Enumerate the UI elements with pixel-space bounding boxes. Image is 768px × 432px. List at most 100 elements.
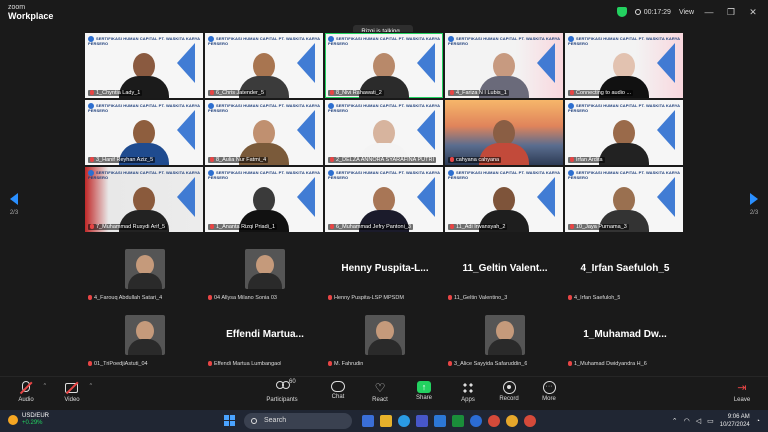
tile-name: 2_DELZA ANNORA SYARAFINA PUTRI [328, 157, 437, 163]
participants-button[interactable]: 60 Participants [260, 379, 304, 403]
zoom-taskbar-icon[interactable] [470, 415, 482, 427]
video-tile[interactable]: SERTIFIKASI HUMAN CAPITAL PT. WASKITA KA… [324, 166, 444, 233]
tile-name: Irfan Ardita [568, 157, 605, 163]
video-tile[interactable]: SERTIFIKASI HUMAN CAPITAL PT. WASKITA KA… [204, 166, 324, 233]
edge-browser-icon[interactable] [398, 415, 410, 427]
mic-muted-icon [330, 157, 334, 162]
tile-name-text: Connecting to audio ... [576, 90, 632, 96]
market-widget[interactable]: USD/EUR +0.29% [8, 413, 49, 427]
apps-button[interactable]: Apps [446, 381, 490, 403]
participant-name-text: M. Fahrudin [334, 361, 364, 367]
participant-tile[interactable]: M. Fahrudin [324, 306, 444, 372]
participant-tile[interactable]: 11_Geltin Valent... 11_Geltin Valentino_3 [444, 240, 564, 306]
record-button[interactable]: Record [487, 381, 531, 402]
tile-name: 1_Ananta Rizqi Priadi_1 [208, 224, 278, 230]
chevron-up-icon[interactable]: ⌃ [672, 417, 678, 425]
participants-count: 60 [289, 379, 296, 385]
video-tile[interactable]: SERTIFIKASI HUMAN CAPITAL PT. WASKITA KA… [84, 99, 204, 166]
tile-name-text: 1_Ananta Rizqi Priadi_1 [216, 224, 276, 230]
participant-tile[interactable]: 1_Muhamad Dw... 1_Muhamad Dwidyandra H_6 [564, 306, 684, 372]
video-button[interactable]: Video ^ [50, 381, 94, 403]
tile-name-text: 8_Nivi Rahawati_2 [336, 90, 382, 96]
apps-grid-icon [460, 381, 476, 395]
video-tile[interactable]: SERTIFIKASI HUMAN CAPITAL PT. WASKITA KA… [444, 166, 564, 233]
leave-button[interactable]: ⇥ Leave [720, 381, 764, 403]
mic-muted-icon [208, 295, 212, 300]
file-explorer-icon[interactable] [380, 415, 392, 427]
mic-muted-icon [18, 381, 34, 395]
participant-name: Effendi Martua Lumbangaol [208, 361, 281, 367]
shield-icon[interactable] [616, 7, 627, 17]
windows-start-icon[interactable] [224, 415, 235, 426]
participants-label: Participants [266, 397, 298, 403]
chevron-up-icon[interactable]: ^ [90, 383, 92, 389]
participant-name: 4_Farouq Abdullah Satari_4 [88, 295, 162, 301]
meeting-toolbar: Audio ^ Video ^ 60 Participants Chat ♡ R… [0, 376, 768, 410]
taskbar-search[interactable]: Search [244, 413, 352, 429]
participant-tile[interactable]: Effendi Martua... Effendi Martua Lumbanga… [204, 306, 324, 372]
tile-name-text: 4_Fariza N I Lubis_1 [456, 90, 507, 96]
tile-name: 8_Nivi Rahawati_2 [328, 90, 384, 96]
video-tile[interactable]: SERTIFIKASI HUMAN CAPITAL PT. WASKITA KA… [84, 32, 204, 99]
video-tile[interactable]: SERTIFIKASI HUMAN CAPITAL PT. WASKITA KA… [564, 166, 684, 233]
mic-muted-icon [210, 90, 214, 95]
next-page-button[interactable]: 2/3 [744, 193, 764, 216]
chevron-up-icon[interactable]: ^ [44, 383, 46, 389]
outlook-icon[interactable] [434, 415, 446, 427]
react-label: React [372, 397, 388, 403]
participant-tile[interactable]: 4_Irfan Saefuloh_5 4_Irfan Saefuloh_5 [564, 240, 684, 306]
video-tile[interactable]: SERTIFIKASI HUMAN CAPITAL PT. WASKITA KA… [324, 32, 444, 99]
participant-name: Henny Puspita-LSP MPSDM [328, 295, 404, 301]
chrome-canary-icon[interactable] [506, 415, 518, 427]
video-tile[interactable]: SERTIFIKASI HUMAN CAPITAL PT. WASKITA KA… [204, 99, 324, 166]
volume-icon[interactable]: ◁ [696, 417, 701, 425]
chat-icon [331, 381, 345, 392]
participant-tile[interactable]: 4_Farouq Abdullah Satari_4 [84, 240, 204, 306]
view-button[interactable]: View [679, 9, 694, 16]
prev-page-button[interactable]: 2/3 [4, 193, 24, 216]
audio-button[interactable]: Audio ^ [4, 381, 48, 403]
participant-tile[interactable]: Henny Puspita-L... Henny Puspita-LSP MPSD… [324, 240, 444, 306]
minimize-button[interactable]: — [702, 7, 716, 17]
video-tile[interactable]: SERTIFIKASI HUMAN CAPITAL PT. WASKITA KA… [564, 99, 684, 166]
share-button[interactable]: ↑ Share [402, 381, 446, 401]
tile-name: 3_Hanif Reyhan Aziz_5 [88, 157, 156, 163]
video-tile[interactable]: SERTIFIKASI HUMAN CAPITAL PT. WASKITA KA… [324, 99, 444, 166]
participant-name: 01_TriPoedjiAstuti_04 [88, 361, 148, 367]
chrome-profile-icon[interactable] [524, 415, 536, 427]
participant-tile[interactable]: 01_TriPoedjiAstuti_04 [84, 306, 204, 372]
participant-avatar [365, 315, 405, 355]
chat-button[interactable]: Chat [316, 381, 360, 400]
more-button[interactable]: ··· More [527, 381, 571, 402]
chevron-decoration [177, 110, 195, 150]
zoom-window: zoom Workplace 00:17:29 View — ❐ ✕ Rizqi… [0, 0, 768, 432]
share-label: Share [415, 395, 432, 401]
video-tile[interactable]: SERTIFIKASI HUMAN CAPITAL PT. WASKITA KA… [564, 32, 684, 99]
excel-icon[interactable] [452, 415, 464, 427]
participant-tile[interactable]: 04 Allysa Milano Sonia 03 [204, 240, 324, 306]
video-tile[interactable]: SERTIFIKASI HUMAN CAPITAL PT. WASKITA KA… [444, 32, 564, 99]
wifi-icon[interactable]: ◠ [684, 417, 690, 425]
chrome-icon[interactable] [488, 415, 500, 427]
tile-name-text: 3_Hanif Reyhan Aziz_5 [96, 157, 154, 163]
battery-icon[interactable]: ▭ [707, 417, 714, 425]
react-button[interactable]: ♡ React [358, 381, 402, 403]
close-button[interactable]: ✕ [746, 7, 760, 18]
maximize-button[interactable]: ❐ [724, 7, 738, 18]
more-dots-icon: ··· [542, 381, 556, 394]
brand-line2: Workplace [8, 11, 54, 21]
task-view-icon[interactable] [362, 415, 374, 427]
video-tile[interactable]: SERTIFIKASI HUMAN CAPITAL PT. WASKITA KA… [204, 32, 324, 99]
taskbar-clock[interactable]: 9:06 AM 10/27/2024 [720, 413, 750, 429]
video-tile[interactable]: cahyana cahyana [444, 99, 564, 166]
tile-name: Connecting to audio ... [568, 90, 634, 96]
mic-muted-icon [210, 224, 214, 229]
tile-name: 11_Adi Irwansyah_2 [448, 224, 508, 230]
teams-icon[interactable] [416, 415, 428, 427]
participant-tile[interactable]: 3_Alice Sayyida Safaruddin_6 [444, 306, 564, 372]
leave-label: Leave [733, 397, 751, 403]
video-tile[interactable]: SERTIFIKASI HUMAN CAPITAL PT. WASKITA KA… [84, 166, 204, 233]
tile-name-text: 8_Aulia Nur Fatmi_4 [216, 157, 267, 163]
notification-bell-icon[interactable]: ◔ [756, 418, 760, 425]
timer-text: 00:17:29 [643, 8, 671, 16]
